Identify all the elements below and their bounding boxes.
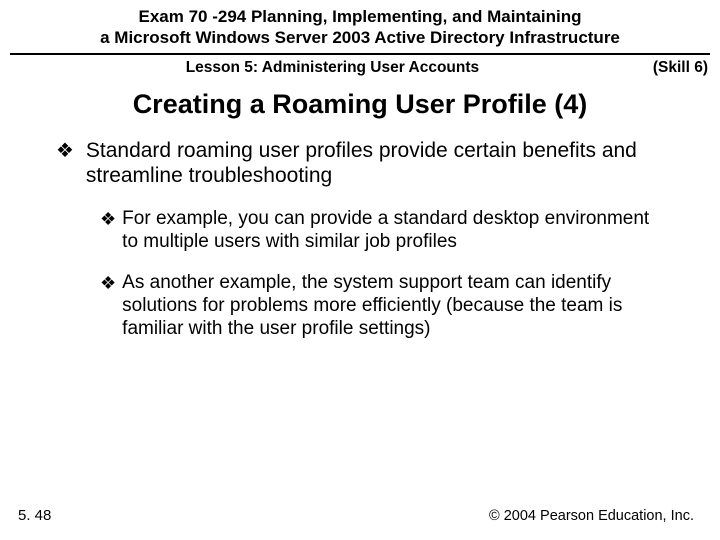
bullet-level2: ❖ For example, you can provide a standar… [100,207,680,253]
exam-title-line2: a Microsoft Windows Server 2003 Active D… [100,28,620,47]
bullet-text: Standard roaming user profiles provide c… [86,138,680,189]
diamond-bullet-icon: ❖ [100,271,116,295]
bullet-level2: ❖ As another example, the system support… [100,271,680,341]
slide-footer: 5. 48 © 2004 Pearson Education, Inc. [0,507,720,524]
lesson-title: Lesson 5: Administering User Accounts [12,59,653,77]
lesson-row: Lesson 5: Administering User Accounts (S… [0,55,720,83]
slide-content: ❖ Standard roaming user profiles provide… [0,138,720,341]
skill-label: (Skill 6) [653,59,708,77]
exam-title-line1: Exam 70 -294 Planning, Implementing, and… [138,7,581,26]
exam-title: Exam 70 -294 Planning, Implementing, and… [10,6,710,49]
bullet-text: As another example, the system support t… [122,271,660,341]
page-number: 5. 48 [18,507,51,524]
diamond-bullet-icon: ❖ [56,138,74,165]
bullet-level1: ❖ Standard roaming user profiles provide… [56,138,680,189]
slide-title: Creating a Roaming User Profile (4) [0,83,720,138]
bullet-text: For example, you can provide a standard … [122,207,660,253]
diamond-bullet-icon: ❖ [100,207,116,231]
slide-header: Exam 70 -294 Planning, Implementing, and… [0,0,720,51]
copyright-text: © 2004 Pearson Education, Inc. [489,508,694,524]
